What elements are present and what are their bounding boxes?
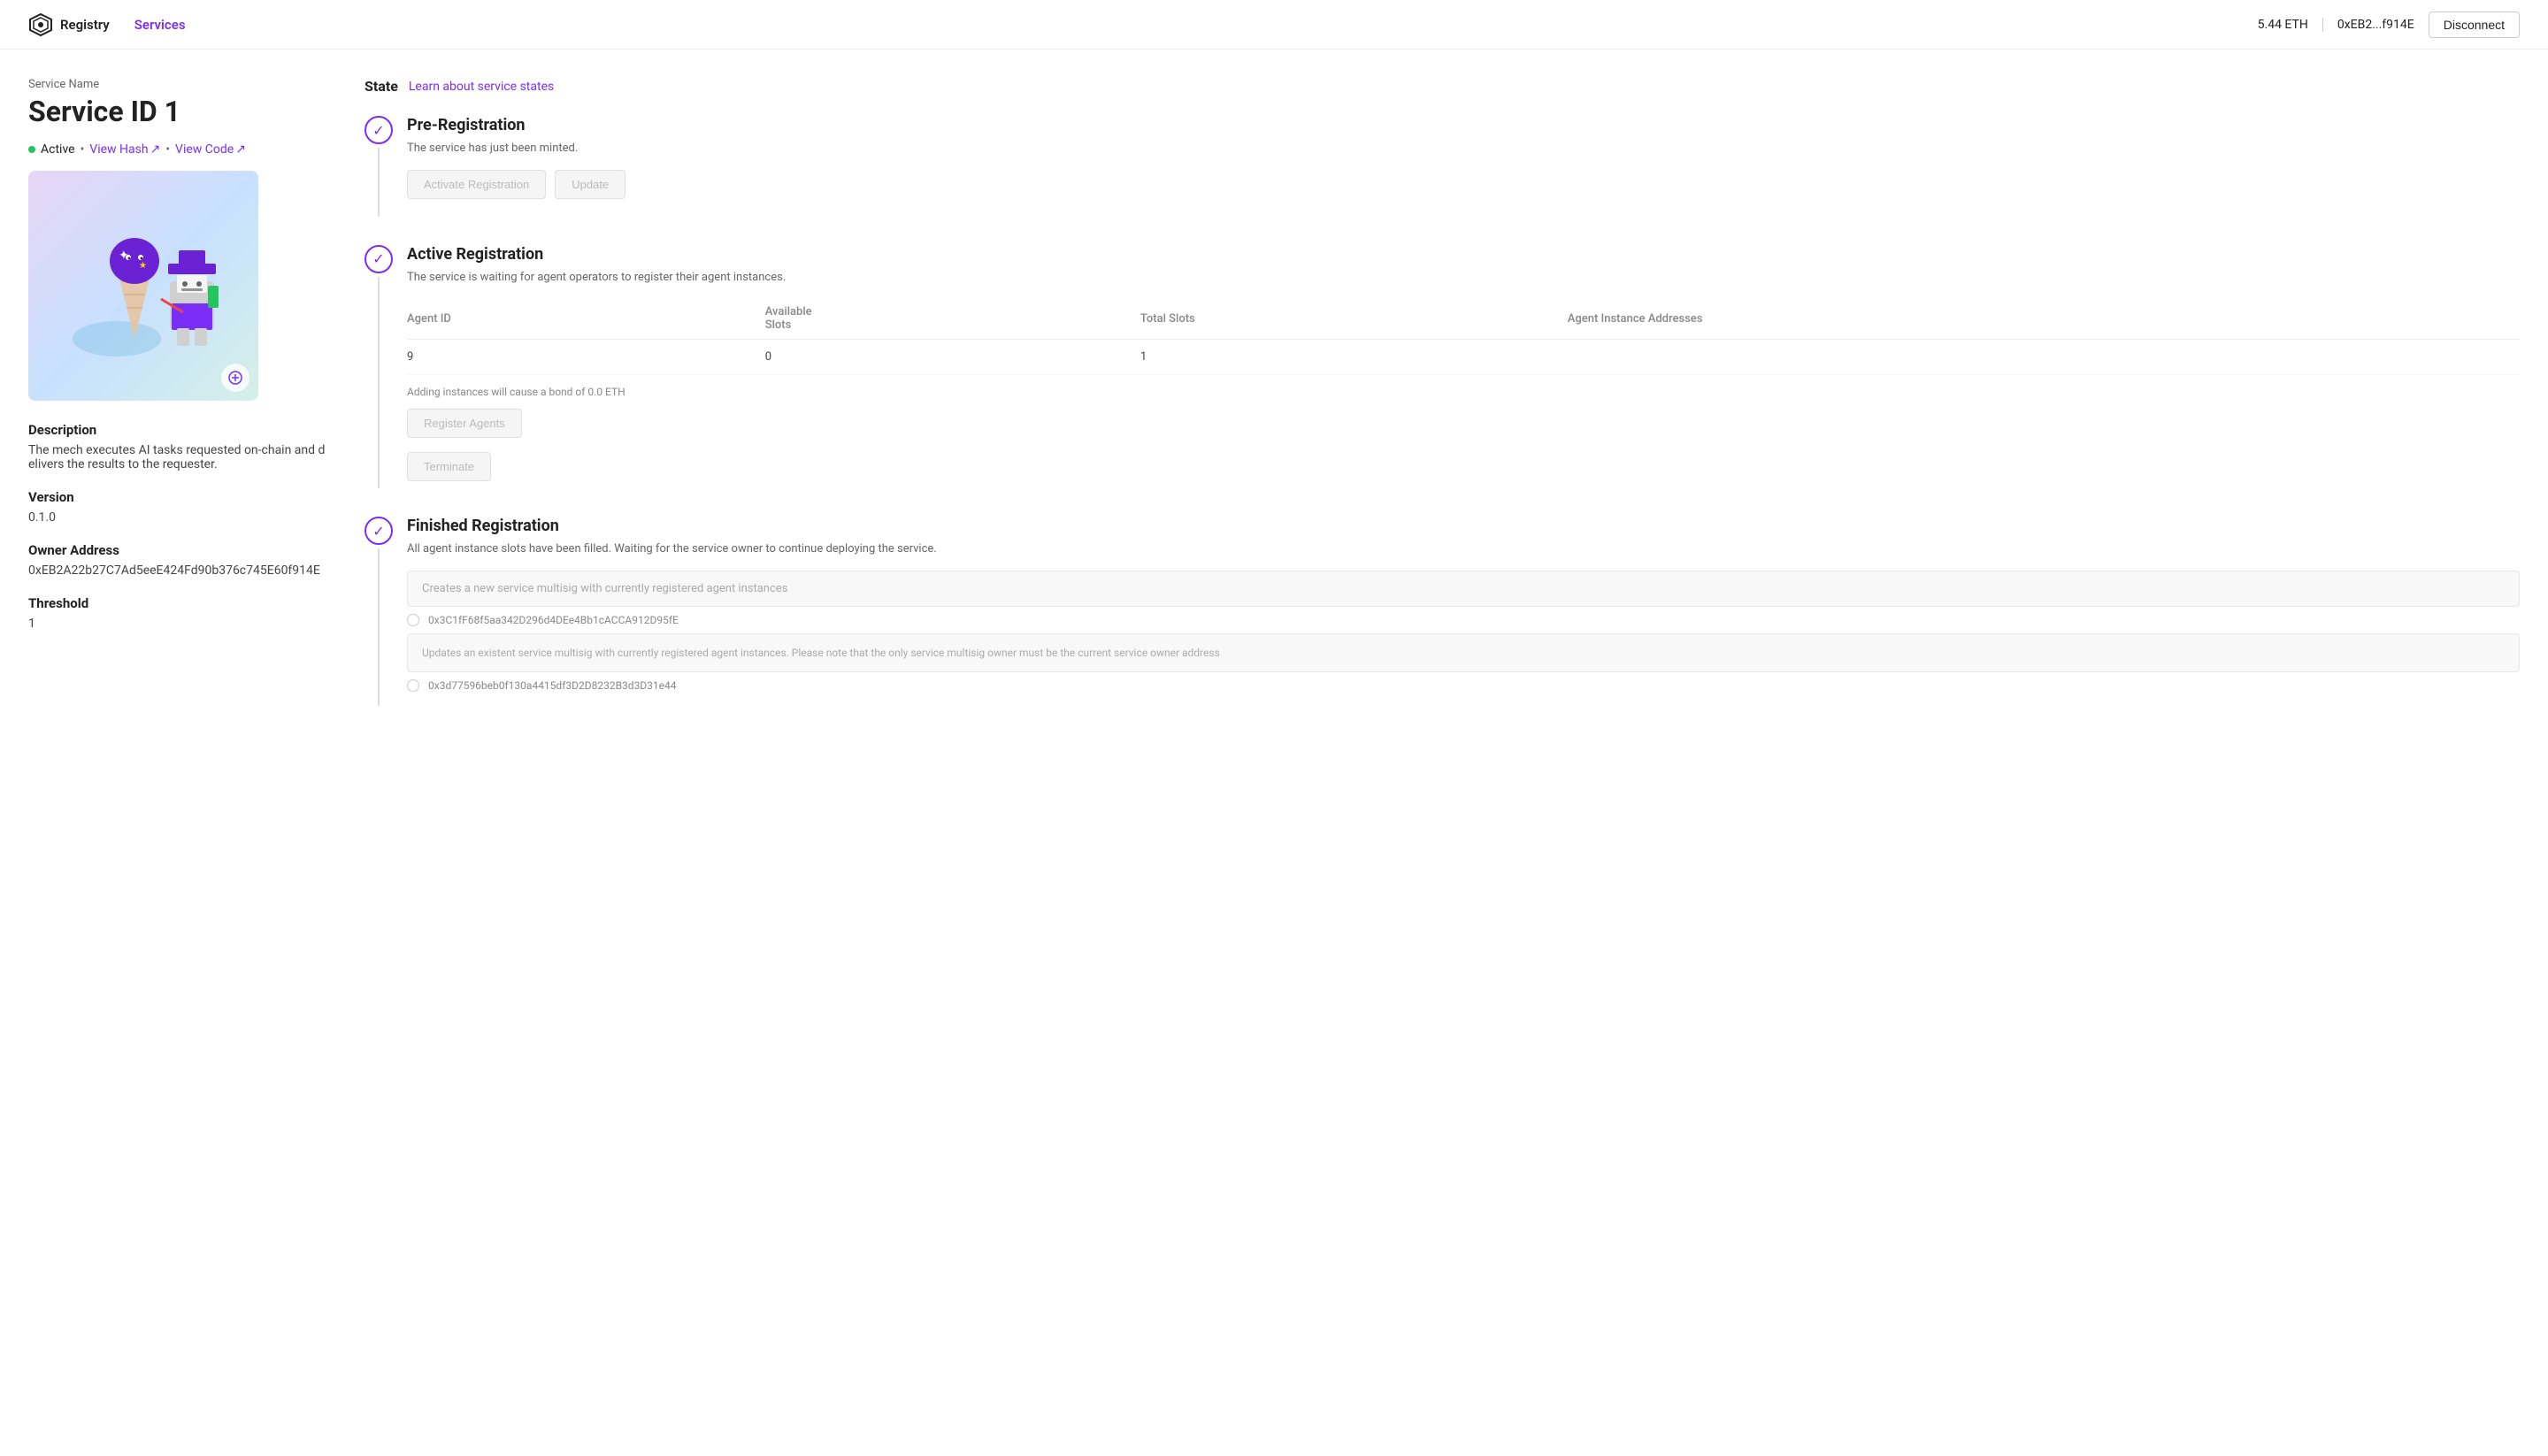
description-label: Description — [28, 422, 329, 438]
step1-icon-col: ✓ — [365, 116, 393, 217]
learn-states-link[interactable]: Learn about service states — [409, 80, 554, 94]
service-image: ✦ ★ — [28, 171, 258, 401]
cell-available-slots: 0 — [765, 340, 1140, 375]
state-label: State — [365, 78, 398, 95]
bond-note: Adding instances will cause a bond of 0.… — [407, 386, 2520, 398]
left-panel: Service Name Service ID 1 Active • View … — [28, 78, 329, 734]
multisig-create-radio-row: 0x3C1fF68f5aa342D296d4DEe4Bb1cACCA912D95… — [407, 614, 2520, 626]
timeline: ✓ Pre-Registration The service has just … — [365, 116, 2520, 706]
step1-content: Pre-Registration The service has just be… — [407, 116, 2520, 217]
wallet-address: 0xEB2...f914E — [2323, 18, 2429, 32]
step2-content: Active Registration The service is waiti… — [407, 245, 2520, 489]
nav-logo: Registry — [28, 12, 110, 37]
service-title: Service ID 1 — [28, 95, 329, 128]
step3-title: Finished Registration — [407, 517, 2520, 535]
step2-desc: The service is waiting for agent operato… — [407, 269, 2520, 287]
step3-desc: All agent instance slots have been fille… — [407, 540, 2520, 558]
threshold-value: 1 — [28, 617, 329, 631]
nav-right: 5.44 ETH 0xEB2...f914E Disconnect — [2258, 11, 2520, 38]
step1-desc: The service has just been minted. — [407, 140, 2520, 157]
col-agent-id: Agent ID — [407, 298, 765, 340]
col-addresses: Agent Instance Addresses — [1568, 298, 2520, 340]
step1-title: Pre-Registration — [407, 116, 2520, 134]
multisig-update-value: 0x3d77596beb0f130a4415df3D2D8232B3d3D31e… — [428, 679, 677, 692]
view-code-link[interactable]: View Code ↗ — [175, 142, 246, 157]
version-label: Version — [28, 489, 329, 505]
owner-value: 0xEB2A22b27C7Ad5eeE424Fd90b376c745E60f91… — [28, 563, 329, 578]
multisig-update-option: Updates an existent service multisig wit… — [407, 633, 2520, 672]
services-nav-link[interactable]: Services — [134, 17, 186, 33]
step3-icon-col: ✓ — [365, 517, 393, 706]
step1-line — [378, 148, 380, 217]
cell-agent-id: 9 — [407, 340, 765, 375]
terminate-button[interactable]: Terminate — [407, 452, 491, 481]
step3-line — [378, 548, 380, 706]
logo-icon — [28, 12, 53, 37]
step2-line — [378, 277, 380, 489]
cell-total-slots: 1 — [1140, 340, 1568, 375]
active-registration-step: ✓ Active Registration The service is wai… — [365, 245, 2520, 489]
eth-balance: 5.44 ETH — [2258, 18, 2323, 32]
page-content: Service Name Service ID 1 Active • View … — [0, 50, 2548, 762]
radio-create[interactable] — [407, 614, 419, 626]
step1-check: ✓ — [365, 116, 393, 144]
activate-registration-button[interactable]: Activate Registration — [407, 170, 546, 199]
service-artwork: ✦ ★ — [46, 197, 241, 374]
register-agents-button[interactable]: Register Agents — [407, 409, 522, 438]
multisig-update-radio-row: 0x3d77596beb0f130a4415df3D2D8232B3d3D31e… — [407, 679, 2520, 692]
update-button[interactable]: Update — [555, 170, 625, 199]
step2-icon-col: ✓ — [365, 245, 393, 489]
step3-content: Finished Registration All agent instance… — [407, 517, 2520, 706]
nav-left: Registry Services — [28, 12, 186, 37]
status-text: Active — [41, 142, 75, 157]
agents-table: Agent ID AvailableSlots Total Slots Agen… — [407, 298, 2520, 375]
owner-label: Owner Address — [28, 542, 329, 558]
state-header: State Learn about service states — [365, 78, 2520, 95]
disconnect-button[interactable]: Disconnect — [2429, 11, 2520, 38]
step1-btn-row: Activate Registration Update — [407, 170, 2520, 199]
version-value: 0.1.0 — [28, 510, 329, 525]
image-badge — [221, 364, 249, 392]
multisig-create-value: 0x3C1fF68f5aa342D296d4DEe4Bb1cACCA912D95… — [428, 614, 679, 626]
view-hash-link[interactable]: View Hash ↗ — [89, 142, 160, 157]
sep1: • — [81, 142, 85, 157]
step2-title: Active Registration — [407, 245, 2520, 264]
threshold-label: Threshold — [28, 595, 329, 611]
service-name-label: Service Name — [28, 78, 329, 91]
logo-text: Registry — [60, 17, 110, 33]
pre-registration-step: ✓ Pre-Registration The service has just … — [365, 116, 2520, 217]
step3-check: ✓ — [365, 517, 393, 545]
svg-text:★: ★ — [139, 261, 147, 271]
description-value: The mech executes AI tasks requested on-… — [28, 443, 329, 471]
col-total-slots: Total Slots — [1140, 298, 1568, 340]
step2-check: ✓ — [365, 245, 393, 273]
right-panel: State Learn about service states ✓ Pre-R… — [365, 78, 2520, 734]
active-dot — [28, 146, 35, 153]
radio-update[interactable] — [407, 679, 419, 692]
navbar: Registry Services 5.44 ETH 0xEB2...f914E… — [0, 0, 2548, 50]
sep2: • — [165, 142, 170, 157]
multisig-create-option: Creates a new service multisig with curr… — [407, 571, 2520, 607]
cell-addresses — [1568, 340, 2520, 375]
col-available-slots: AvailableSlots — [765, 298, 1140, 340]
status-row: Active • View Hash ↗ • View Code ↗ — [28, 142, 329, 157]
table-row: 9 0 1 — [407, 340, 2520, 375]
finished-registration-step: ✓ Finished Registration All agent instan… — [365, 517, 2520, 706]
